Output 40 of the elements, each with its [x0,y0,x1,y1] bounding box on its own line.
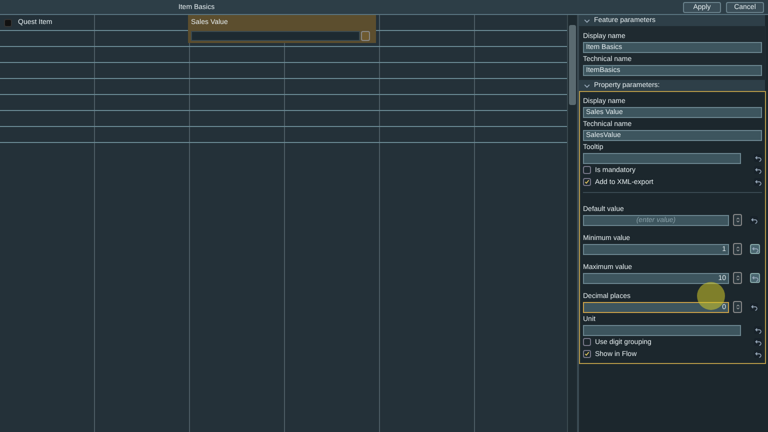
undo-button[interactable] [754,166,762,174]
up-down-arrows-icon [736,245,740,253]
checkbox[interactable] [583,338,591,346]
undo-icon [754,326,762,334]
undo-button[interactable] [750,273,760,283]
spinner-button[interactable] [733,243,742,255]
scroll-thumb[interactable] [569,25,576,105]
undo-button[interactable] [754,326,762,334]
value-field[interactable] [191,31,360,41]
up-down-arrows-icon [736,216,740,224]
undo-button[interactable] [754,338,762,346]
undo-icon [752,246,758,252]
undo-icon [750,304,758,310]
undo-icon [754,178,762,186]
undo-icon [754,350,762,358]
chevron-icon [584,82,590,88]
up-down-arrows-icon [736,274,740,282]
checkbox[interactable] [583,178,591,186]
undo-icon [754,154,762,162]
undo-icon [752,274,758,282]
checkbox[interactable] [583,350,591,358]
text-field[interactable] [583,324,741,336]
undo-button[interactable] [750,216,758,224]
undo-button[interactable] [754,178,762,186]
undo-button[interactable] [754,154,762,162]
cursor-highlight [697,282,725,310]
spinner-button[interactable] [733,301,742,313]
undo-button[interactable] [754,350,762,358]
undo-icon [754,166,762,174]
text-field[interactable] [583,152,741,164]
checkbox[interactable] [4,18,12,26]
undo-button[interactable] [750,303,758,311]
undo-icon [750,216,758,224]
checkbox[interactable] [583,166,591,174]
chevron-icon [584,18,590,24]
spinner-button[interactable] [733,214,742,226]
undo-button[interactable] [750,244,760,254]
undo-icon [754,338,762,346]
spinner-button[interactable] [733,272,742,284]
up-down-arrows-icon [736,303,740,311]
